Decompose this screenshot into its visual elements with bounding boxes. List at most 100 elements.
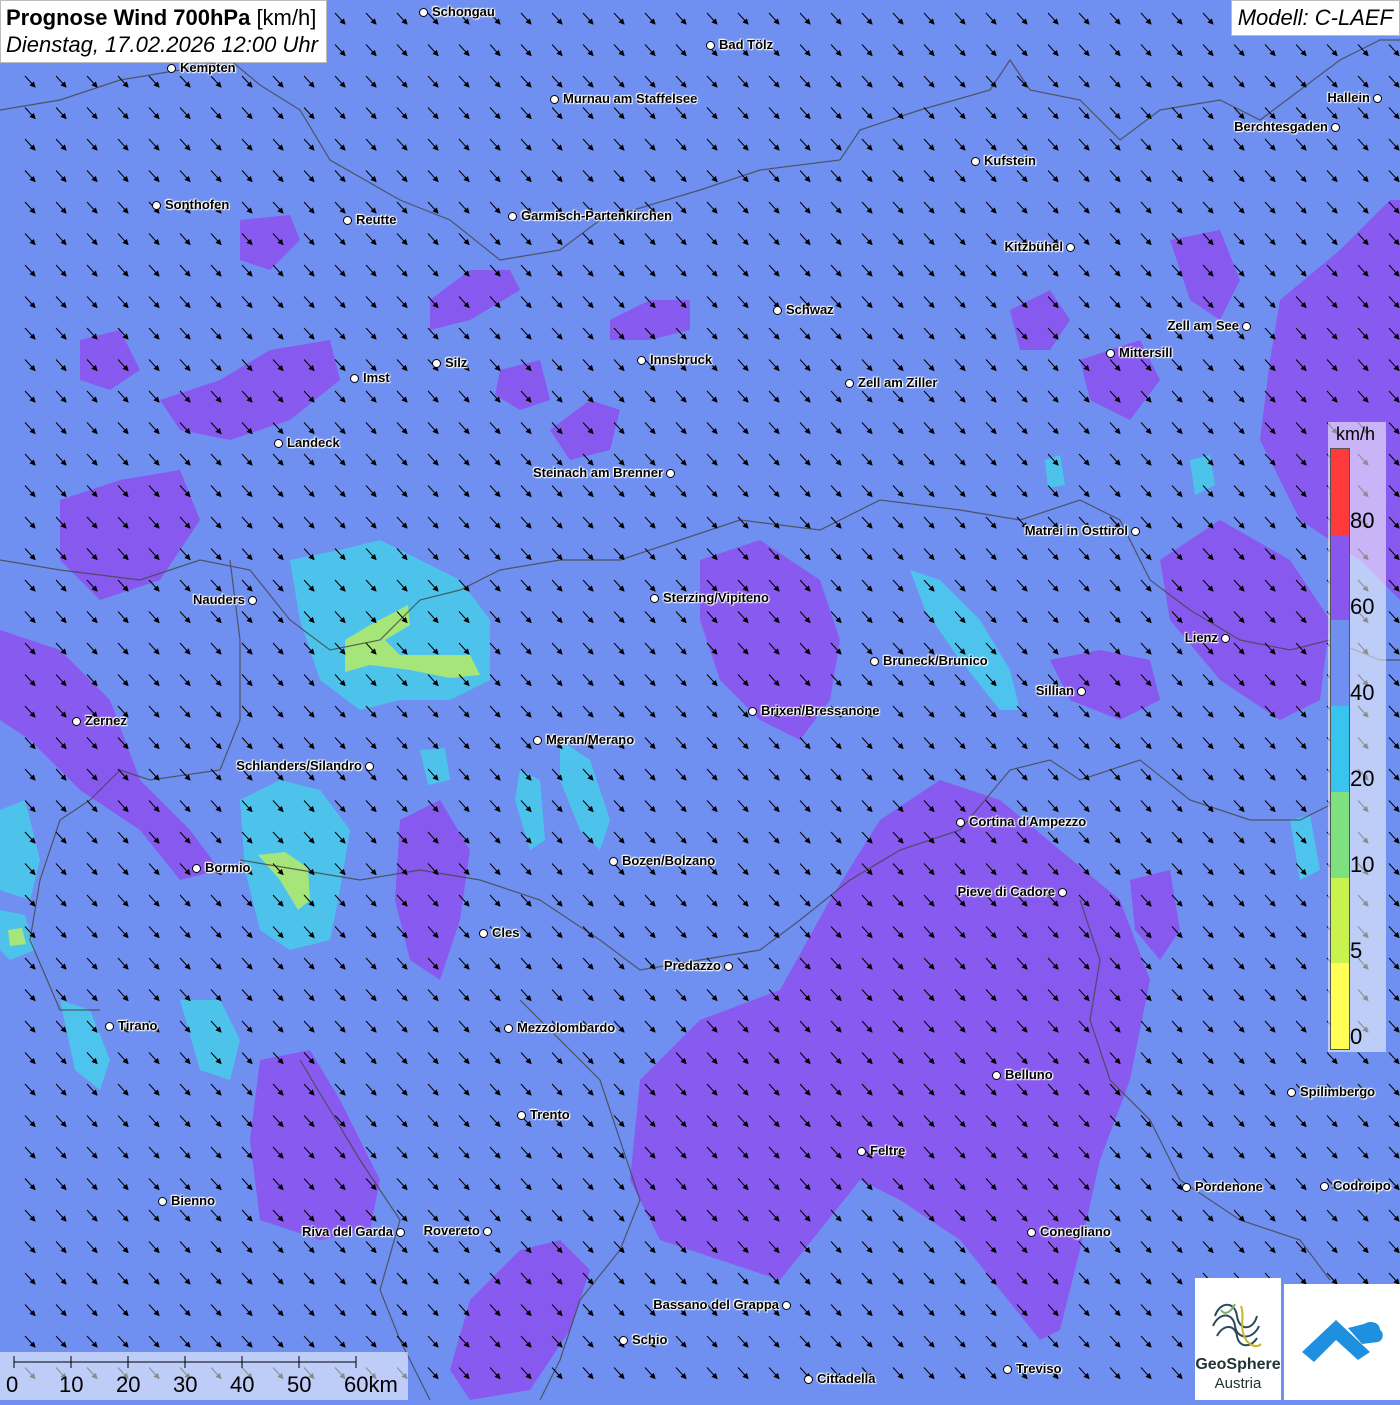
legend-tick-label: 20 bbox=[1350, 766, 1375, 791]
scale-label: 60km bbox=[344, 1372, 398, 1397]
city-marker bbox=[1066, 243, 1075, 252]
city-marker bbox=[1131, 527, 1140, 536]
city-marker bbox=[1373, 94, 1382, 103]
city-label: Cortina d'Ampezzo bbox=[969, 814, 1087, 829]
city-marker bbox=[1106, 349, 1115, 358]
city-label: Brixen/Bressanone bbox=[761, 703, 880, 718]
city-label: Zernez bbox=[85, 713, 127, 728]
city-label: Schongau bbox=[432, 4, 495, 19]
city-marker bbox=[479, 929, 488, 938]
city-marker bbox=[350, 374, 359, 383]
city-marker bbox=[72, 717, 81, 726]
city-marker bbox=[650, 594, 659, 603]
scale-label: 10 bbox=[59, 1372, 84, 1397]
legend-unit: km/h bbox=[1336, 424, 1376, 444]
city-marker bbox=[167, 64, 176, 73]
city-label: Meran/Merano bbox=[546, 732, 635, 747]
city-marker bbox=[248, 596, 257, 605]
city-label: Landeck bbox=[287, 435, 340, 450]
title-box: Prognose Wind 700hPa [km/h] Dienstag, 17… bbox=[0, 0, 327, 63]
city-marker bbox=[619, 1336, 628, 1345]
city-marker bbox=[956, 818, 965, 827]
city-label: Schwaz bbox=[786, 302, 834, 317]
city-label: Garmisch-Partenkirchen bbox=[521, 208, 673, 223]
geosphere-emblem-icon bbox=[1212, 1303, 1262, 1347]
city-marker bbox=[504, 1024, 513, 1033]
legend-color-segment bbox=[1331, 534, 1349, 621]
city-label: Bienno bbox=[171, 1193, 216, 1208]
city-marker bbox=[706, 41, 715, 50]
forecast-datetime: Dienstag, 17.02.2026 12:00 Uhr bbox=[6, 32, 318, 57]
legend-tick-label: 5 bbox=[1350, 938, 1363, 963]
city-marker bbox=[1182, 1183, 1191, 1192]
city-label: Mezzolombardo bbox=[517, 1020, 616, 1035]
city-marker bbox=[724, 962, 733, 971]
legend-tick-label: 0 bbox=[1350, 1024, 1363, 1049]
city-marker bbox=[1320, 1182, 1329, 1191]
city-marker bbox=[870, 657, 879, 666]
city-marker bbox=[550, 95, 559, 104]
city-label: Kufstein bbox=[984, 153, 1036, 168]
legend-color-segment bbox=[1331, 706, 1349, 792]
geosphere-logo: GeoSphere Austria bbox=[1195, 1278, 1281, 1400]
city-label: Mittersill bbox=[1119, 345, 1173, 360]
city-marker bbox=[1331, 123, 1340, 132]
city-label: Lienz bbox=[1184, 630, 1218, 645]
city-marker bbox=[637, 356, 646, 365]
city-label: Sonthofen bbox=[165, 197, 230, 212]
scale-label: 20 bbox=[116, 1372, 141, 1397]
city-marker bbox=[508, 212, 517, 221]
scale-label: 50 bbox=[287, 1372, 312, 1397]
city-marker bbox=[666, 469, 675, 478]
city-marker bbox=[992, 1071, 1001, 1080]
legend-tick-label: 80 bbox=[1350, 508, 1375, 533]
city-label: Nauders bbox=[192, 592, 245, 607]
city-label: Cittadella bbox=[817, 1371, 876, 1386]
city-label: Codroipo bbox=[1333, 1178, 1391, 1193]
city-label: Schio bbox=[632, 1332, 668, 1347]
city-label: Reutte bbox=[356, 212, 397, 227]
logo-name-line2: Austria bbox=[1214, 1375, 1262, 1392]
scale-label: 40 bbox=[230, 1372, 255, 1397]
city-marker bbox=[782, 1301, 791, 1310]
city-label: Belluno bbox=[1005, 1067, 1053, 1082]
legend-color-segment bbox=[1331, 449, 1349, 535]
city-marker bbox=[152, 201, 161, 210]
logo-name-line1: GeoSphere bbox=[1195, 1356, 1281, 1373]
city-label: Steinach am Brenner bbox=[532, 465, 663, 480]
city-marker bbox=[1287, 1088, 1296, 1097]
legend-color-segment bbox=[1331, 791, 1349, 878]
cloud-mountain-icon bbox=[1302, 1320, 1383, 1362]
city-label: Feltre bbox=[870, 1143, 906, 1158]
city-marker bbox=[396, 1228, 405, 1237]
city-label: Bormio bbox=[205, 860, 251, 875]
legend-color-bar bbox=[1330, 448, 1350, 1050]
city-label: Kitzbühel bbox=[1004, 239, 1064, 254]
city-marker bbox=[748, 707, 757, 716]
scale-label: 30 bbox=[173, 1372, 198, 1397]
app-logo bbox=[1284, 1284, 1400, 1400]
city-label: Sillian bbox=[1035, 683, 1074, 698]
city-label: Murnau am Staffelsee bbox=[563, 91, 698, 106]
scale-bar: 0 10 20 30 40 50 60km bbox=[0, 1352, 408, 1400]
city-label: Matrei in Osttirol bbox=[1024, 523, 1128, 538]
city-label: Bozen/Bolzano bbox=[622, 853, 716, 868]
city-label: Sterzing/Vipiteno bbox=[663, 590, 769, 605]
city-marker bbox=[274, 439, 283, 448]
scale-label: 0 bbox=[6, 1372, 19, 1397]
map-title: Prognose Wind 700hPa [km/h] bbox=[6, 5, 318, 31]
city-label: Predazzo bbox=[663, 958, 721, 973]
city-label: Bruneck/Brunico bbox=[883, 653, 988, 668]
city-marker bbox=[609, 857, 618, 866]
legend-color-segment bbox=[1331, 877, 1349, 964]
city-label: Imst bbox=[363, 370, 390, 385]
city-label: Riva del Garda bbox=[301, 1224, 393, 1239]
city-marker bbox=[1221, 634, 1230, 643]
city-marker bbox=[192, 864, 201, 873]
city-label: Pordenone bbox=[1195, 1179, 1263, 1194]
city-marker bbox=[1027, 1228, 1036, 1237]
city-marker bbox=[483, 1227, 492, 1236]
city-marker bbox=[1242, 322, 1251, 331]
city-label: Bassano del Grappa bbox=[653, 1297, 779, 1312]
model-label: Modell: C-LAEF bbox=[1230, 0, 1400, 36]
